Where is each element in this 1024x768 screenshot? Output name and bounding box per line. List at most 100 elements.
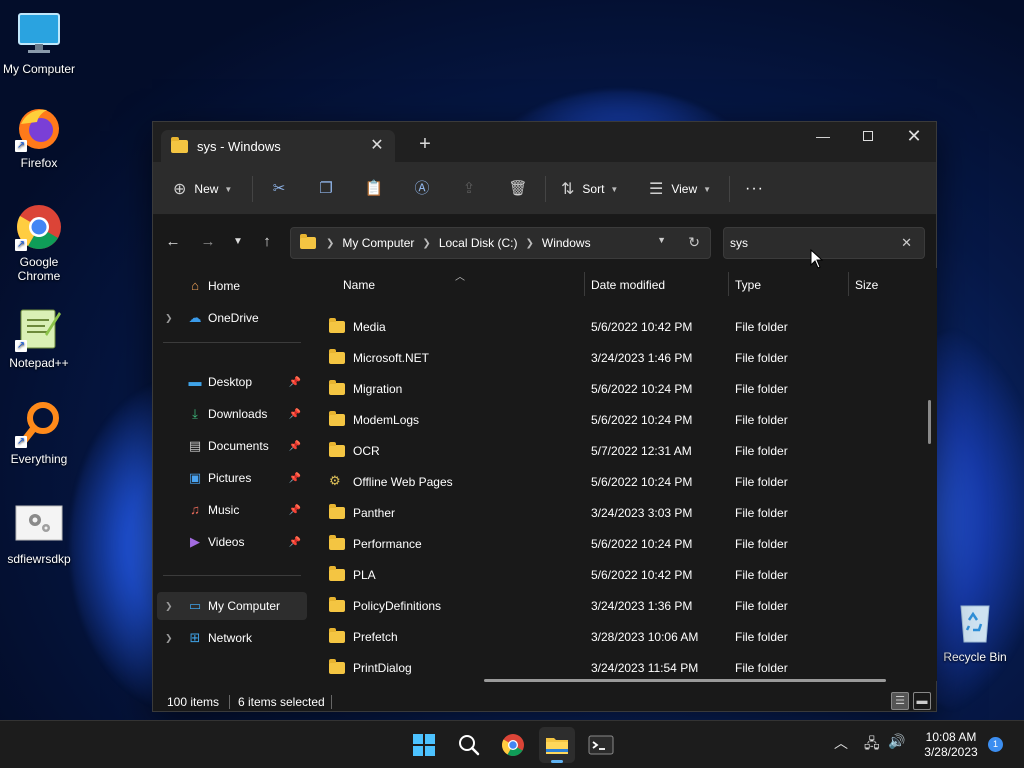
- desktop-icon-my-computer[interactable]: My Computer: [0, 10, 78, 76]
- sort-button[interactable]: ⇅ Sort ▼: [561, 176, 618, 202]
- pin-icon[interactable]: 📌: [289, 377, 301, 388]
- table-row[interactable]: Media 5/6/2022 10:42 PM File folder: [323, 311, 903, 342]
- copy-icon[interactable]: ❐: [313, 176, 339, 202]
- search-input[interactable]: [730, 236, 890, 250]
- folder-icon: [329, 380, 345, 395]
- table-row[interactable]: Migration 5/6/2022 10:24 PM File folder: [323, 373, 903, 404]
- table-row[interactable]: ModemLogs 5/6/2022 10:24 PM File folder: [323, 404, 903, 435]
- table-row[interactable]: OCR 5/7/2022 12:31 AM File folder: [323, 435, 903, 466]
- breadcrumb-windows[interactable]: Windows: [542, 236, 591, 250]
- taskbar-search-button[interactable]: [451, 727, 487, 763]
- desktop-icon-label: Everything: [10, 452, 68, 466]
- sidebar-item-home[interactable]: ⌂ Home: [157, 272, 307, 300]
- cell-type: File folder: [735, 599, 788, 613]
- refresh-icon[interactable]: ↻: [688, 234, 700, 251]
- minimize-button[interactable]: —: [800, 122, 846, 152]
- desktop-icon-notepad-plus-plus[interactable]: ↗ Notepad++: [0, 304, 78, 370]
- chevron-right-icon[interactable]: ❯: [165, 601, 173, 612]
- sidebar-item-pictures[interactable]: ▣ Pictures 📌: [157, 464, 307, 492]
- taskbar-file-explorer[interactable]: [539, 727, 575, 763]
- desktop-icon-everything[interactable]: ↗ Everything: [0, 400, 78, 466]
- desktop-icon-recycle-bin[interactable]: Recycle Bin: [936, 598, 1014, 664]
- more-options-button[interactable]: ···: [745, 176, 764, 202]
- new-button[interactable]: ⊕ New ▼: [173, 176, 232, 202]
- search-icon: [459, 735, 480, 756]
- desktop-icon-chrome[interactable]: ↗ Google Chrome: [0, 203, 78, 283]
- breadcrumb-local-disk[interactable]: Local Disk (C:): [439, 236, 518, 250]
- close-window-button[interactable]: ✕: [891, 122, 937, 152]
- clear-search-icon[interactable]: ✕: [901, 235, 912, 251]
- horizontal-scrollbar[interactable]: [484, 679, 886, 682]
- view-button[interactable]: ☰ View ▼: [649, 176, 711, 202]
- sidebar-item-my-computer[interactable]: ❯ ▭ My Computer: [157, 592, 307, 620]
- sidebar-item-network[interactable]: ❯ ⊞ Network: [157, 624, 307, 652]
- breadcrumb-my-computer[interactable]: My Computer: [342, 236, 414, 250]
- sidebar-item-onedrive[interactable]: ❯ ☁ OneDrive: [157, 304, 307, 332]
- cell-type: File folder: [735, 382, 788, 396]
- table-row[interactable]: Performance 5/6/2022 10:24 PM File folder: [323, 528, 903, 559]
- sidebar-item-downloads[interactable]: ⤓ Downloads 📌: [157, 400, 307, 428]
- share-icon[interactable]: ⇪: [456, 176, 482, 202]
- cut-icon[interactable]: ✂: [266, 176, 292, 202]
- notification-badge[interactable]: 1: [988, 737, 1003, 752]
- file-explorer-window: sys - Windows ✕ + — ✕ ⊕ New ▼ ✂ ❐ 📋 Ⓐ ⇪ …: [152, 121, 937, 712]
- taskbar-chrome[interactable]: [495, 727, 531, 763]
- desktop-icon-firefox[interactable]: ↗ Firefox: [0, 104, 78, 170]
- pin-icon[interactable]: 📌: [289, 473, 301, 484]
- table-row[interactable]: ⚙ Offline Web Pages 5/6/2022 10:24 PM File …: [323, 466, 903, 497]
- forward-button[interactable]: →: [196, 230, 220, 254]
- maximize-button[interactable]: [845, 122, 891, 152]
- column-divider[interactable]: [728, 272, 729, 296]
- desktop-icon-sdfiewrsdkp[interactable]: sdfiewrsdkp: [0, 500, 78, 566]
- cell-name: Prefetch: [353, 630, 398, 644]
- table-row[interactable]: PolicyDefinitions 3/24/2023 1:36 PM File f…: [323, 590, 903, 621]
- pin-icon[interactable]: 📌: [289, 409, 301, 420]
- column-divider[interactable]: [584, 272, 585, 296]
- vertical-scrollbar[interactable]: [928, 400, 931, 444]
- tiles-view-button[interactable]: ▬: [913, 692, 931, 710]
- show-hidden-icons-chevron-up-icon[interactable]: ︿: [834, 733, 848, 753]
- start-button[interactable]: [406, 727, 442, 763]
- close-tab-icon[interactable]: ✕: [367, 136, 387, 156]
- delete-icon[interactable]: 🗑: [505, 176, 531, 202]
- network-tray-icon[interactable]: 🖧: [864, 733, 880, 757]
- volume-icon[interactable]: 🔊: [888, 733, 905, 750]
- cell-type: File folder: [735, 475, 788, 489]
- table-row[interactable]: Prefetch 3/28/2023 10:06 AM File folder: [323, 621, 903, 652]
- pin-icon[interactable]: 📌: [289, 441, 301, 452]
- back-button[interactable]: ←: [161, 230, 185, 254]
- column-header-date[interactable]: Date modified: [591, 278, 665, 292]
- taskbar-terminal[interactable]: [583, 727, 619, 763]
- sidebar-item-music[interactable]: ♫ Music 📌: [157, 496, 307, 524]
- column-header-row: ︿ Name Date modified Type Size: [311, 268, 937, 302]
- tab-sys-windows[interactable]: sys - Windows ✕: [161, 130, 395, 162]
- column-header-name[interactable]: Name: [343, 278, 375, 292]
- rename-icon[interactable]: Ⓐ: [409, 176, 435, 202]
- chevron-right-icon[interactable]: ❯: [165, 313, 173, 324]
- table-row[interactable]: PrintDialog 3/24/2023 11:54 PM File folder: [323, 652, 903, 681]
- details-view-button[interactable]: ☰: [891, 692, 909, 710]
- status-divider: [229, 695, 230, 709]
- up-button[interactable]: ↑: [255, 230, 279, 254]
- chevron-right-icon[interactable]: ❯: [165, 633, 173, 644]
- column-header-type[interactable]: Type: [735, 278, 761, 292]
- search-box[interactable]: ✕: [723, 227, 925, 259]
- pin-icon[interactable]: 📌: [289, 537, 301, 548]
- chevron-down-icon[interactable]: ▼: [657, 235, 666, 245]
- table-row[interactable]: Microsoft.NET 3/24/2023 1:46 PM File folde…: [323, 342, 903, 373]
- new-tab-button[interactable]: +: [415, 134, 435, 154]
- pin-icon[interactable]: 📌: [289, 505, 301, 516]
- clock[interactable]: 10:08 AM 3/28/2023: [920, 730, 982, 760]
- column-header-size[interactable]: Size: [855, 278, 878, 292]
- column-divider[interactable]: [848, 272, 849, 296]
- paste-icon[interactable]: 📋: [361, 176, 387, 202]
- desktop-icon-label: sdfiewrsdkp: [7, 552, 71, 566]
- sidebar-item-documents[interactable]: ▤ Documents 📌: [157, 432, 307, 460]
- sidebar-item-desktop[interactable]: ▬ Desktop 📌: [157, 368, 307, 396]
- table-row[interactable]: Panther 3/24/2023 3:03 PM File folder: [323, 497, 903, 528]
- sidebar-item-videos[interactable]: ▶ Videos 📌: [157, 528, 307, 556]
- table-row[interactable]: PLA 5/6/2022 10:42 PM File folder: [323, 559, 903, 590]
- address-bar[interactable]: ❯ My Computer ❯ Local Disk (C:) ❯ Window…: [290, 227, 711, 259]
- recent-locations-button[interactable]: ▼: [226, 230, 250, 254]
- cell-name: PolicyDefinitions: [353, 599, 442, 613]
